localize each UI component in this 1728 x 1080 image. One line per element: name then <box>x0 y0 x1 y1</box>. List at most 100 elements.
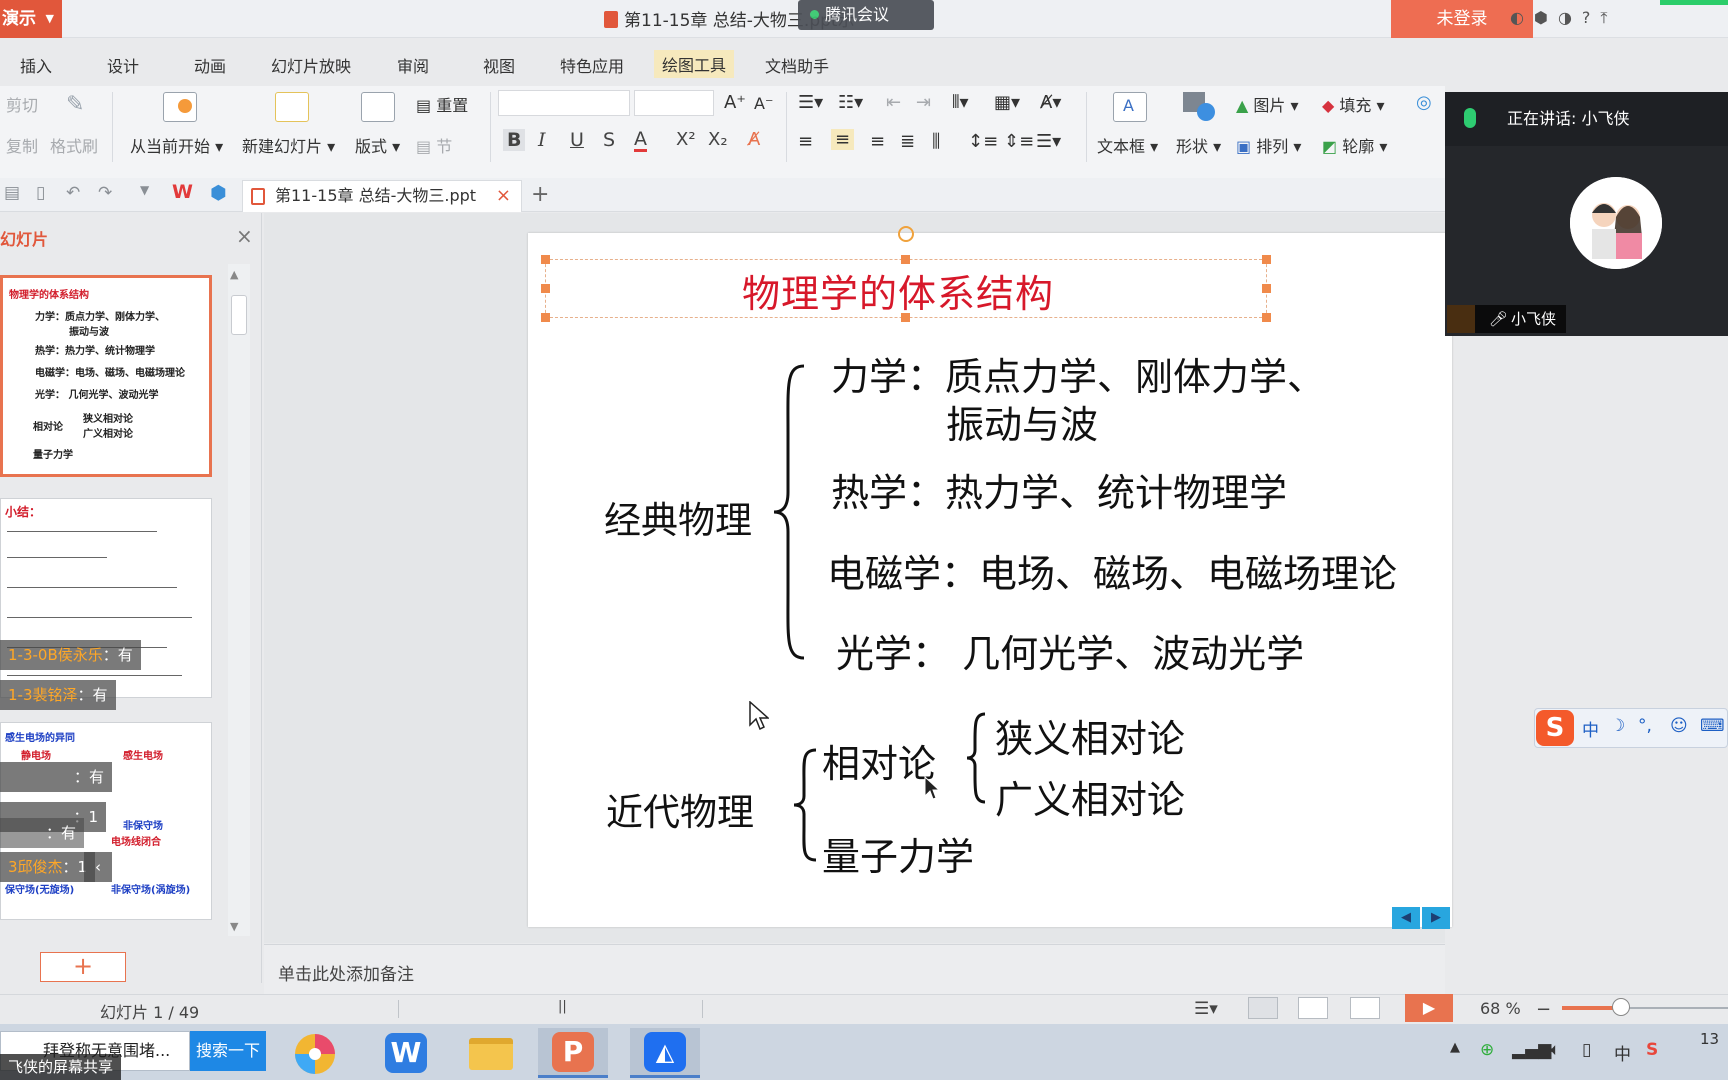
panel-scrollbar-thumb[interactable] <box>231 295 247 335</box>
reset-button[interactable]: ▤ 重置 <box>416 92 468 116</box>
rotate-handle[interactable] <box>898 226 914 242</box>
font-color-button[interactable]: A <box>634 129 647 152</box>
undo-icon[interactable]: ↶ <box>66 183 80 203</box>
slide-title[interactable]: 物理学的体系结构 <box>742 263 1054 318</box>
panel-scrollbar[interactable] <box>228 264 250 936</box>
settings-icon[interactable]: ⬢ <box>1534 8 1558 27</box>
menu-features[interactable]: 特色应用 <box>560 53 624 77</box>
ime-moon-icon[interactable]: ☽ <box>1610 716 1625 736</box>
ime-mode-toggle[interactable]: 中 <box>1582 716 1599 741</box>
add-slide-button[interactable]: + <box>40 952 126 982</box>
help-icon[interactable]: ? <box>1582 8 1601 27</box>
zoom-slider-knob[interactable] <box>1612 998 1630 1016</box>
reading-view-button[interactable] <box>1350 997 1380 1019</box>
justify-icon[interactable]: ≣ <box>900 131 915 152</box>
taskbar-app-tencent-meeting[interactable]: ◭ <box>630 1028 700 1078</box>
resize-handle[interactable] <box>541 313 550 322</box>
share-icon[interactable]: ◑ <box>1558 8 1582 27</box>
new-slide-button[interactable]: 新建幻灯片 ▾ <box>242 133 335 157</box>
subscript-icon[interactable]: X₂ <box>708 129 728 150</box>
taskbar-search-button[interactable]: 搜索一下 <box>190 1031 266 1071</box>
text-align-icon[interactable]: Ⱥ▾ <box>1040 92 1061 113</box>
wps-logo-icon[interactable]: W <box>172 181 193 203</box>
app-menu-button[interactable]: 演示 ▼ <box>0 0 62 38</box>
menu-design[interactable]: 设计 <box>107 53 139 77</box>
sogou-tray-icon[interactable]: S <box>1646 1040 1658 1060</box>
tray-app-icon[interactable]: ⊕ <box>1480 1040 1494 1060</box>
ime-emoji-icon[interactable]: ☺ <box>1670 716 1688 736</box>
menu-slideshow[interactable]: 幻灯片放映 <box>271 53 351 77</box>
skin-icon[interactable]: ◐ <box>1510 8 1534 27</box>
document-tab[interactable]: 第11-15章 总结-大物三.ppt × <box>242 180 522 212</box>
align-center-icon[interactable]: ≡ <box>831 129 855 150</box>
slide-thumbnail-1[interactable]: 物理学的体系结构 力学：质点力学、刚体力学、 振动与波 热学：热力学、统计物理学… <box>0 275 212 477</box>
indent-icon[interactable]: ⇥ <box>916 92 931 113</box>
taskbar-app-wps-presentation[interactable]: P <box>538 1028 608 1078</box>
picture-button[interactable]: ▲ 图片 ▾ <box>1236 92 1299 116</box>
distribute-icon[interactable]: ⫼ <box>932 131 940 152</box>
bullet-list-icon[interactable]: ☰▾ <box>798 92 823 113</box>
network-icon[interactable]: ▂▄▆ <box>1512 1040 1551 1060</box>
bold-button[interactable]: B <box>503 129 526 151</box>
menu-review[interactable]: 审阅 <box>397 53 429 77</box>
slide-sorter-view-button[interactable] <box>1298 997 1328 1019</box>
line-spacing-icon[interactable]: ↕≡ <box>968 131 998 152</box>
clear-format-icon[interactable]: A̸ <box>748 129 760 150</box>
italic-button[interactable]: I <box>538 129 546 151</box>
collapse-comments-icon[interactable]: ‹ <box>84 852 112 882</box>
cut-button[interactable]: 剪切 <box>6 92 38 116</box>
new-tab-button[interactable]: + <box>531 182 549 207</box>
menu-drawing-tools[interactable]: 绘图工具 <box>654 50 735 78</box>
paragraph-spacing-icon[interactable]: ⇕≡ <box>1004 131 1034 152</box>
section-button[interactable]: ▤ 节 <box>416 133 452 157</box>
taskbar-app-folder[interactable] <box>455 1028 525 1078</box>
scroll-up-icon[interactable]: ▲ <box>230 268 238 281</box>
pane-splitter[interactable]: || <box>558 999 567 1014</box>
resize-handle[interactable] <box>1262 313 1271 322</box>
menu-insert[interactable]: 插入 <box>20 53 52 77</box>
menu-animation[interactable]: 动画 <box>194 53 226 77</box>
zoom-level[interactable]: 68 % <box>1480 999 1521 1018</box>
sogou-ime-logo[interactable]: S <box>1536 710 1574 746</box>
preview-icon[interactable]: ▯ <box>36 183 45 203</box>
next-slide-icon[interactable]: ▶ <box>1422 907 1450 929</box>
from-current-button[interactable]: 从当前开始 ▾ <box>130 133 223 157</box>
title-bar-icons[interactable]: ◐⬢◑?⤒ <box>1510 8 1617 28</box>
close-panel-icon[interactable]: × <box>236 224 253 248</box>
increase-font-icon[interactable]: A⁺ <box>724 92 746 113</box>
columns-icon[interactable]: ⫴▾ <box>952 92 969 113</box>
copy-button[interactable]: 复制 <box>6 133 38 157</box>
superscript-icon[interactable]: X² <box>676 129 696 150</box>
decrease-font-icon[interactable]: A⁻ <box>754 94 773 113</box>
layout-button[interactable]: 版式 ▾ <box>355 133 400 157</box>
customize-caret-icon[interactable]: ▼ <box>140 183 149 197</box>
font-size-select[interactable] <box>634 90 714 116</box>
zoom-out-icon[interactable]: − <box>1536 999 1551 1020</box>
notes-placeholder[interactable]: 单击此处添加备注 <box>278 960 414 985</box>
meeting-indicator[interactable]: 腾讯会议 <box>798 0 934 30</box>
menu-view[interactable]: 视图 <box>483 53 515 77</box>
resize-handle[interactable] <box>541 255 550 264</box>
taskbar-app-wps-writer[interactable]: W <box>370 1028 440 1078</box>
print-icon[interactable]: ▤ <box>4 183 20 203</box>
outline-button[interactable]: ◩ 轮廓 ▾ <box>1322 133 1387 157</box>
play-slideshow-button[interactable]: ▶ <box>1405 994 1453 1022</box>
resize-handle[interactable] <box>541 284 550 293</box>
volume-icon[interactable]: 🔈︎ <box>1550 1040 1560 1060</box>
menu-doc-assistant[interactable]: 文档助手 <box>765 53 829 77</box>
font-name-select[interactable] <box>498 90 630 116</box>
resize-handle[interactable] <box>1262 255 1271 264</box>
strikethrough-button[interactable]: S <box>603 129 615 151</box>
resize-handle[interactable] <box>1262 284 1271 293</box>
scroll-down-icon[interactable]: ▼ <box>230 920 238 933</box>
outdent-icon[interactable]: ⇤ <box>886 92 901 113</box>
textbox-button[interactable]: 文本框 ▾ <box>1097 133 1158 157</box>
close-tab-icon[interactable]: × <box>496 181 511 211</box>
notes-toggle-icon[interactable]: ☰▾ <box>1194 999 1218 1019</box>
cube-icon[interactable]: ⬢ <box>210 182 227 204</box>
input-language[interactable]: 中 <box>1614 1040 1631 1065</box>
normal-view-button[interactable] <box>1248 997 1278 1019</box>
previous-slide-icon[interactable]: ◀ <box>1392 907 1420 929</box>
tray-expand-icon[interactable]: ▲ <box>1450 1040 1460 1055</box>
ime-punctuation-icon[interactable]: °, <box>1638 716 1652 736</box>
